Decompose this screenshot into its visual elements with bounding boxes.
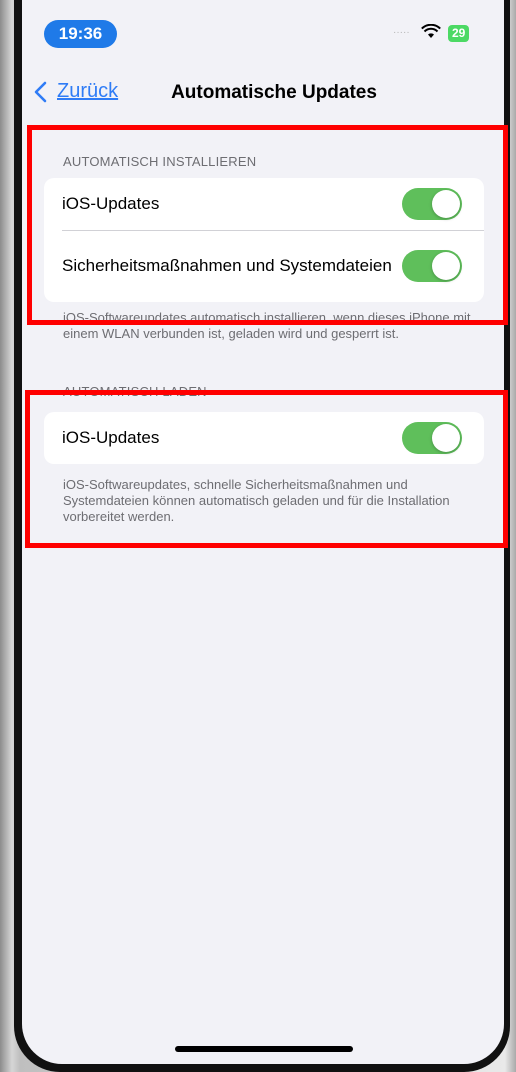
home-indicator[interactable] [175,1046,353,1052]
cellular-signal-icon: ····· [393,27,410,38]
status-time: 19:36 [44,20,117,48]
highlight-box-download [25,390,508,548]
highlight-box-install [27,125,508,325]
page-title: Automatische Updates [171,82,377,103]
battery-icon: 29 [448,25,470,42]
wifi-icon [421,24,441,38]
